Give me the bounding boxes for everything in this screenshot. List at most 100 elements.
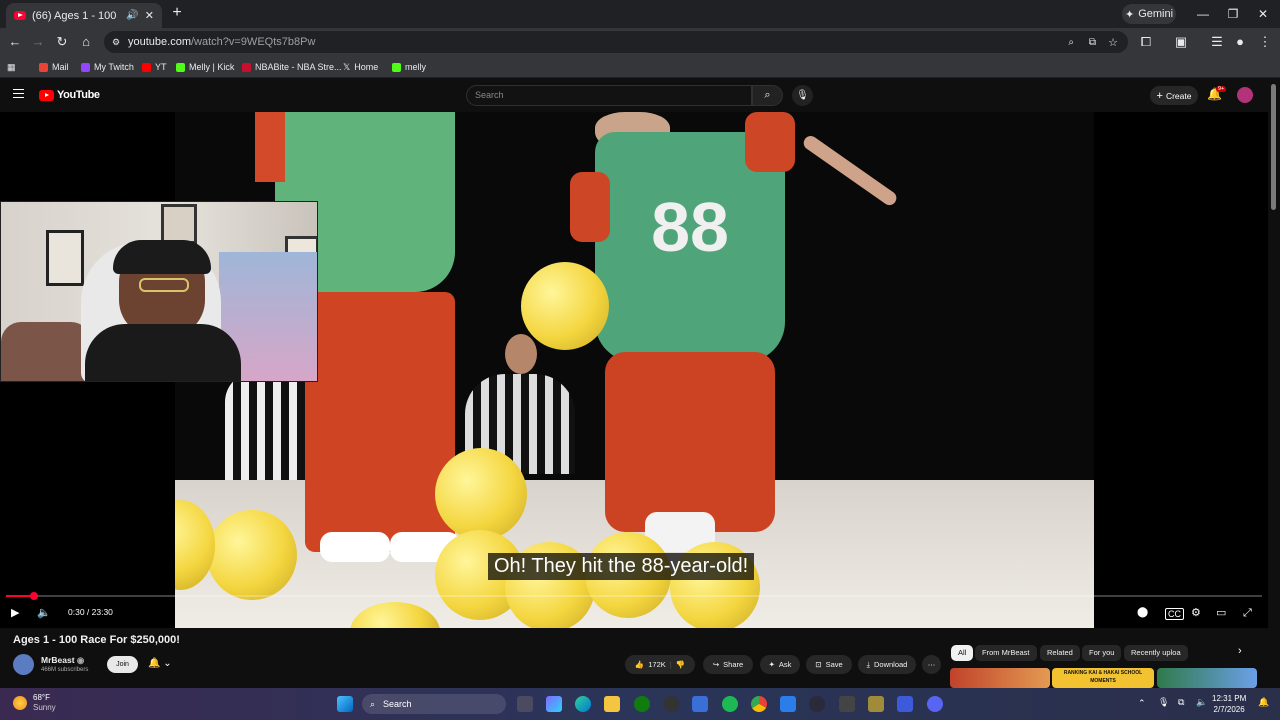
new-tab-button[interactable]: + bbox=[168, 4, 186, 22]
app-icon[interactable] bbox=[839, 696, 855, 712]
menu-kebab-icon[interactable]: ⋮ bbox=[1256, 33, 1274, 51]
voice-search-button[interactable]: 🎙 bbox=[792, 85, 813, 106]
bookmark-mail[interactable]: Mail bbox=[39, 60, 69, 74]
youtube-logo-text: YouTube bbox=[57, 89, 100, 101]
progress-bar[interactable] bbox=[6, 592, 1262, 600]
weather-widget[interactable]: 68°F Sunny bbox=[13, 693, 56, 713]
tray-chevron-icon[interactable]: ⌃ bbox=[1138, 698, 1146, 709]
fullscreen-icon[interactable]: ⤢ bbox=[1243, 605, 1252, 621]
search-button[interactable]: ⌕ bbox=[752, 85, 783, 106]
theater-mode-icon[interactable]: ▭ bbox=[1216, 605, 1226, 621]
clock-time: 12:31 PM bbox=[1212, 694, 1247, 703]
apps-grid-icon[interactable]: ▦ bbox=[7, 60, 16, 74]
bookmark-home[interactable]: 𝕏 Home bbox=[343, 60, 378, 74]
minimize-button[interactable]: — bbox=[1194, 5, 1212, 23]
back-icon[interactable]: ← bbox=[6, 33, 24, 51]
extensions-icon[interactable]: ⧠ bbox=[1137, 33, 1155, 51]
media-player-icon[interactable] bbox=[809, 696, 825, 712]
page-scrollbar[interactable] bbox=[1271, 84, 1276, 210]
bookmark-yt[interactable]: YT bbox=[142, 60, 167, 74]
like-count[interactable]: 172K bbox=[648, 660, 666, 669]
network-icon[interactable]: ⧉ bbox=[1178, 697, 1184, 708]
site-info-icon[interactable]: ⚙ bbox=[112, 37, 120, 48]
browser-tab[interactable]: (66) Ages 1 - 100 Race For 🔊 ✕ bbox=[6, 3, 162, 28]
channel-avatar[interactable] bbox=[13, 654, 34, 675]
channel-name[interactable]: MrBeast ◉ bbox=[41, 655, 84, 666]
settings-gear-icon[interactable]: ⚙ bbox=[1191, 605, 1201, 621]
volume-icon[interactable]: 🔈 bbox=[37, 605, 51, 621]
chip-all[interactable]: All bbox=[951, 645, 974, 661]
recommended-thumbnail[interactable] bbox=[1157, 668, 1257, 688]
chip-recently-uploaded[interactable]: Recently uploa bbox=[1124, 645, 1188, 661]
couch bbox=[1, 322, 91, 381]
gmail-icon bbox=[39, 62, 48, 72]
share-button[interactable]: ↪ Share bbox=[703, 655, 753, 674]
close-window-button[interactable]: ✕ bbox=[1254, 5, 1272, 23]
more-actions-button[interactable]: ⋯ bbox=[922, 655, 941, 674]
search-input[interactable]: Search bbox=[466, 85, 752, 106]
autoplay-toggle[interactable]: ⬤ bbox=[1137, 605, 1148, 621]
bookmark-melly-kick[interactable]: Melly | Kick bbox=[176, 60, 234, 74]
reload-icon[interactable]: ↻ bbox=[53, 33, 71, 51]
chrome-icon[interactable] bbox=[751, 696, 767, 712]
task-view-icon[interactable] bbox=[517, 696, 533, 712]
save-button[interactable]: ⊡ Save bbox=[806, 655, 852, 674]
recommended-thumbnail[interactable]: RANKING KAI & HAKAI SCHOOL MOMENTS bbox=[1052, 668, 1154, 688]
chip-related[interactable]: Related bbox=[1040, 645, 1080, 661]
edge-icon[interactable] bbox=[575, 696, 591, 712]
zoom-icon[interactable]: ⌕ bbox=[1068, 37, 1074, 48]
bookmark-star-icon[interactable]: ☆ bbox=[1108, 36, 1118, 49]
microphone-icon[interactable]: 🎙 bbox=[1158, 697, 1169, 708]
forward-icon[interactable]: → bbox=[29, 33, 47, 51]
file-explorer-icon[interactable] bbox=[604, 696, 620, 712]
volume-icon[interactable]: 🔈 bbox=[1196, 697, 1207, 708]
captions-icon[interactable]: CC bbox=[1165, 608, 1184, 620]
bookmark-label: My Twitch bbox=[94, 62, 134, 72]
windows-start-icon[interactable] bbox=[337, 696, 353, 712]
ask-button[interactable]: ✦ Ask bbox=[760, 655, 800, 674]
chip-from-mrbeast[interactable]: From MrBeast bbox=[975, 645, 1037, 661]
jersey-number: 88 bbox=[651, 188, 729, 266]
copilot-icon[interactable] bbox=[546, 696, 562, 712]
address-bar[interactable]: ⚙ youtube.com/watch?v=9WEQts7b8Pw ⌕ ⧉ ☆ bbox=[104, 31, 1128, 53]
spotify-icon[interactable] bbox=[722, 696, 738, 712]
home-icon[interactable]: ⌂ bbox=[77, 33, 95, 51]
like-icon[interactable]: 👍 bbox=[635, 660, 644, 669]
chevron-right-icon[interactable]: › bbox=[1238, 645, 1242, 657]
progress-scrubber[interactable] bbox=[29, 592, 38, 600]
account-avatar[interactable] bbox=[1237, 87, 1253, 103]
gemini-label: Gemini bbox=[1138, 8, 1174, 20]
chip-for-you[interactable]: For you bbox=[1082, 645, 1122, 661]
gemini-button[interactable]: ✦ Gemini bbox=[1122, 4, 1176, 24]
subscribed-bell-icon[interactable]: 🔔 ⌄ bbox=[148, 658, 172, 669]
join-button[interactable]: Join bbox=[107, 656, 138, 673]
sidepanel-icon[interactable]: ▣ bbox=[1172, 33, 1190, 51]
install-icon[interactable]: ⧉ bbox=[1089, 37, 1096, 48]
taskbar-search[interactable]: ⌕ Search bbox=[362, 694, 506, 714]
store-icon[interactable] bbox=[692, 696, 708, 712]
close-tab-icon[interactable]: ✕ bbox=[145, 9, 154, 22]
app-icon[interactable] bbox=[897, 696, 913, 712]
restore-button[interactable]: ❐ bbox=[1224, 5, 1242, 23]
notification-icon[interactable]: 🔔 bbox=[1258, 697, 1269, 708]
media-icon[interactable]: ☰ bbox=[1208, 33, 1226, 51]
profile-icon[interactable]: ● bbox=[1231, 33, 1249, 51]
app-icon[interactable] bbox=[780, 696, 796, 712]
create-button[interactable]: + Create bbox=[1150, 86, 1198, 105]
menu-hamburger-icon[interactable] bbox=[13, 89, 24, 98]
recommended-thumbnail[interactable] bbox=[950, 668, 1050, 688]
bookmark-nbabite[interactable]: NBABite - NBA Stre... bbox=[242, 60, 342, 74]
play-icon[interactable]: ▶ bbox=[11, 605, 19, 621]
bookmark-my-twitch[interactable]: My Twitch bbox=[81, 60, 134, 74]
taskbar-clock[interactable]: 12:31 PM 2/7/2026 bbox=[1212, 693, 1246, 715]
steam-icon[interactable] bbox=[663, 696, 679, 712]
dislike-icon[interactable]: 👎 bbox=[676, 660, 685, 669]
app-icon[interactable] bbox=[868, 696, 884, 712]
youtube-logo[interactable]: YouTube bbox=[39, 89, 100, 101]
xbox-icon[interactable] bbox=[634, 696, 650, 712]
search-icon: ⌕ bbox=[370, 698, 376, 709]
bookmark-melly[interactable]: melly bbox=[392, 60, 426, 74]
audio-icon[interactable]: 🔊 bbox=[126, 10, 138, 21]
download-button[interactable]: ⤓ Download bbox=[858, 655, 916, 674]
discord-icon[interactable] bbox=[927, 696, 943, 712]
